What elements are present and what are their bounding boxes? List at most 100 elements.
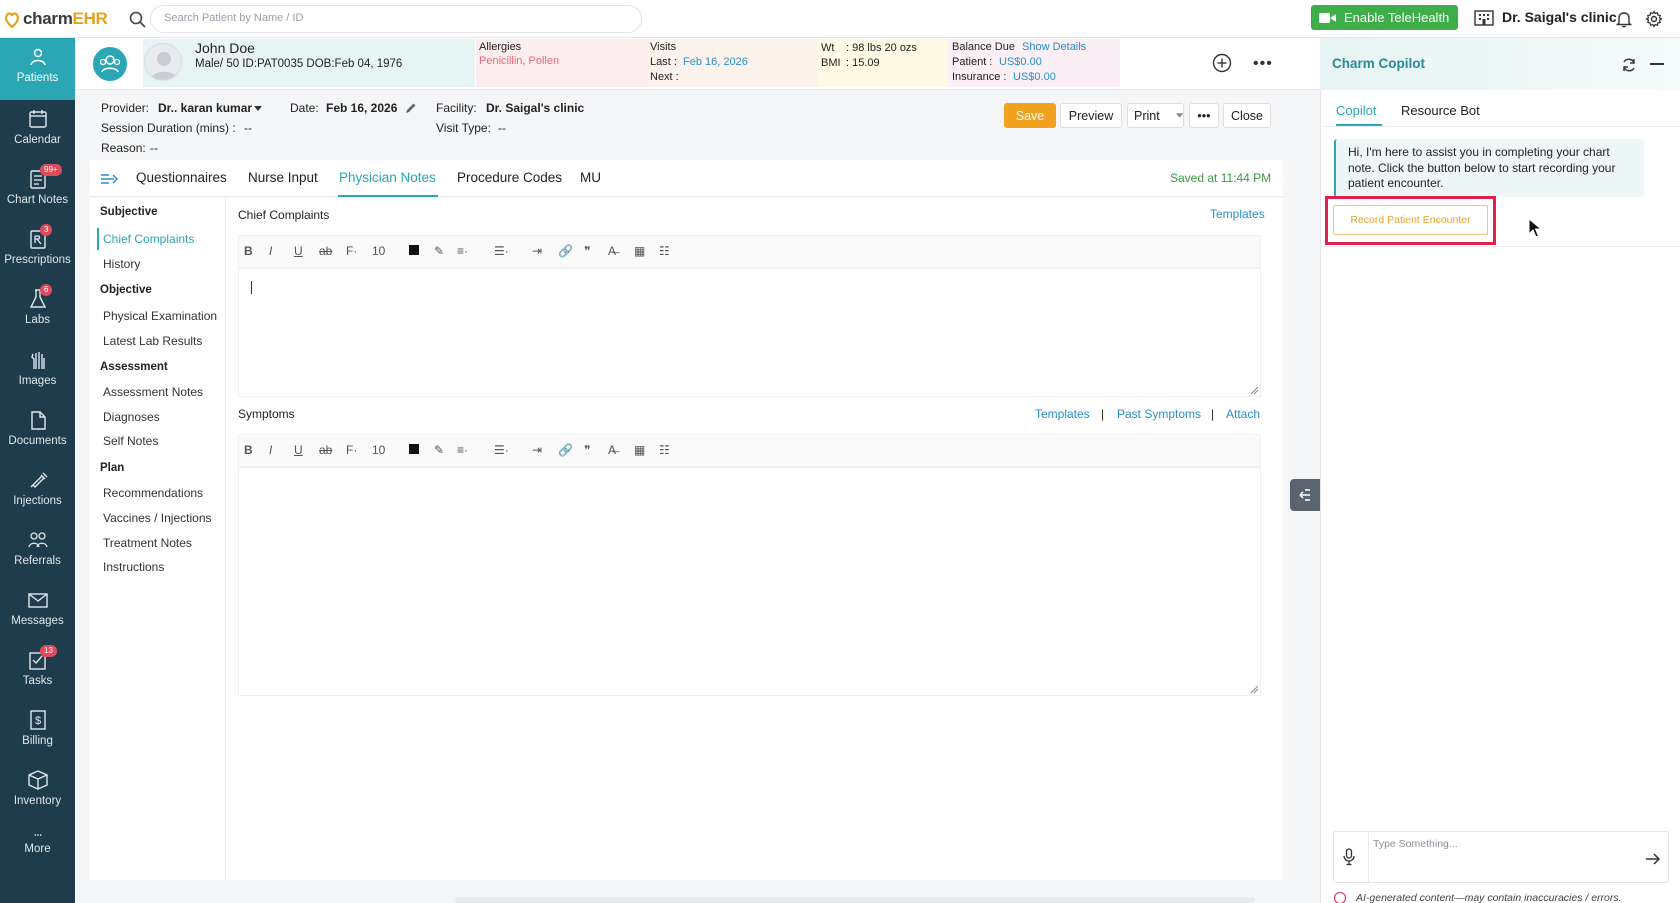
- search-icon[interactable]: [128, 10, 148, 30]
- section-instructions[interactable]: Instructions: [103, 560, 164, 574]
- strikethrough-icon[interactable]: ab: [319, 244, 332, 258]
- clear-format-icon[interactable]: A̶: [608, 443, 616, 457]
- tab-procedure-codes[interactable]: Procedure Codes: [457, 170, 562, 185]
- nav-item-inventory[interactable]: Inventory: [0, 761, 75, 821]
- edit-pencil-icon[interactable]: [405, 102, 417, 114]
- italic-icon[interactable]: I: [269, 244, 272, 258]
- nav-item-messages[interactable]: Messages: [0, 581, 75, 641]
- enable-telehealth-button[interactable]: Enable TeleHealth: [1311, 5, 1458, 30]
- font-family-icon[interactable]: F·: [346, 244, 357, 258]
- section-assessment-notes[interactable]: Assessment Notes: [103, 385, 203, 399]
- align-icon[interactable]: ≡·: [457, 244, 468, 258]
- symptoms-templates-link[interactable]: Templates: [1035, 407, 1090, 421]
- indent-icon[interactable]: ⇥: [532, 443, 542, 457]
- list-icon[interactable]: ☰·: [494, 443, 509, 457]
- past-symptoms-link[interactable]: Past Symptoms: [1117, 407, 1201, 421]
- italic-icon[interactable]: I: [269, 443, 272, 457]
- chief-complaints-editor[interactable]: [238, 268, 1261, 397]
- line-spacing-icon[interactable]: ☷: [659, 443, 670, 457]
- add-circle-icon[interactable]: [1212, 53, 1232, 73]
- underline-icon[interactable]: U: [294, 443, 303, 457]
- last-visit-value[interactable]: Feb 16, 2026: [683, 56, 748, 68]
- section-treatment-notes[interactable]: Treatment Notes: [103, 536, 192, 550]
- line-spacing-icon[interactable]: ☷: [659, 244, 670, 258]
- provider-selector[interactable]: Dr.. karan kumar: [158, 101, 252, 115]
- tab-copilot[interactable]: Copilot: [1336, 103, 1376, 118]
- nav-item-referrals[interactable]: Referrals: [0, 521, 75, 581]
- nav-item-tasks[interactable]: Tasks 13: [0, 641, 75, 701]
- microphone-icon[interactable]: [1342, 848, 1356, 866]
- provider-chevron-down-icon[interactable]: [254, 106, 262, 111]
- show-details-link[interactable]: Show Details: [1022, 41, 1086, 53]
- tab-resource-bot[interactable]: Resource Bot: [1401, 103, 1480, 118]
- tab-nurse-input[interactable]: Nurse Input: [248, 170, 318, 185]
- section-physical-examination[interactable]: Physical Examination: [103, 309, 217, 323]
- nav-item-images[interactable]: Images: [0, 341, 75, 401]
- patient-more-options[interactable]: •••: [1253, 55, 1273, 73]
- text-color-icon[interactable]: [409, 244, 419, 258]
- quote-icon[interactable]: ❞: [584, 244, 590, 258]
- section-self-notes[interactable]: Self Notes: [103, 434, 158, 448]
- nav-item-documents[interactable]: Documents: [0, 401, 75, 461]
- section-history[interactable]: History: [103, 257, 140, 271]
- clear-format-icon[interactable]: A̶: [608, 244, 616, 258]
- align-icon[interactable]: ≡·: [457, 443, 468, 457]
- settings-gear-icon[interactable]: [1645, 10, 1663, 28]
- indent-icon[interactable]: ⇥: [532, 244, 542, 258]
- link-icon[interactable]: 🔗: [558, 244, 573, 258]
- preview-button[interactable]: Preview: [1060, 103, 1122, 128]
- resize-handle-icon[interactable]: [1250, 386, 1259, 395]
- chief-templates-link[interactable]: Templates: [1210, 207, 1265, 221]
- close-button[interactable]: Close: [1223, 103, 1271, 128]
- font-size-selector[interactable]: 10: [372, 443, 385, 457]
- nav-item-patients[interactable]: Patients: [0, 38, 75, 100]
- encounter-more-button[interactable]: •••: [1189, 103, 1219, 128]
- symptoms-editor[interactable]: [238, 467, 1261, 696]
- underline-icon[interactable]: U: [294, 244, 303, 258]
- section-vaccines-injections[interactable]: Vaccines / Injections: [103, 511, 212, 525]
- nav-item-more[interactable]: More: [0, 825, 75, 865]
- expand-sidebar-icon[interactable]: [101, 172, 119, 186]
- record-patient-encounter-button[interactable]: Record Patient Encounter: [1333, 205, 1488, 235]
- refresh-icon[interactable]: [1620, 56, 1638, 74]
- text-color-icon[interactable]: [409, 443, 419, 457]
- section-recommendations[interactable]: Recommendations: [103, 486, 203, 500]
- nav-item-injections[interactable]: Injections: [0, 461, 75, 521]
- nav-item-chart-notes[interactable]: Chart Notes 99+: [0, 160, 75, 220]
- save-button[interactable]: Save: [1004, 103, 1056, 128]
- tab-physician-notes[interactable]: Physician Notes: [339, 170, 436, 185]
- table-icon[interactable]: ▦: [634, 443, 645, 457]
- send-arrow-icon[interactable]: [1645, 852, 1661, 866]
- font-size-selector[interactable]: 10: [372, 244, 385, 258]
- care-team-icon[interactable]: [93, 47, 127, 81]
- bold-icon[interactable]: B: [244, 443, 253, 457]
- font-family-icon[interactable]: F·: [346, 443, 357, 457]
- tab-questionnaires[interactable]: Questionnaires: [136, 170, 227, 185]
- nav-item-labs[interactable]: Labs 6: [0, 280, 75, 340]
- attach-link[interactable]: Attach: [1226, 407, 1260, 421]
- patient-avatar[interactable]: [144, 43, 182, 81]
- charm-ehr-logo[interactable]: charmEHR: [4, 7, 108, 31]
- strikethrough-icon[interactable]: ab: [319, 443, 332, 457]
- horizontal-scrollbar[interactable]: [455, 897, 1255, 903]
- section-chief-complaints[interactable]: Chief Complaints: [103, 232, 194, 246]
- resize-handle-icon[interactable]: [1250, 685, 1259, 694]
- highlight-icon[interactable]: ✎: [434, 443, 444, 457]
- section-latest-lab-results[interactable]: Latest Lab Results: [103, 334, 202, 348]
- minimize-icon[interactable]: [1650, 63, 1664, 65]
- nav-item-calendar[interactable]: Calendar: [0, 100, 75, 160]
- clinic-selector[interactable]: Dr. Saigal's clinic: [1474, 8, 1617, 26]
- tab-mu[interactable]: MU: [580, 170, 601, 185]
- bold-icon[interactable]: B: [244, 244, 253, 258]
- notification-bell-icon[interactable]: [1615, 10, 1633, 28]
- nav-item-prescriptions[interactable]: Prescriptions 3: [0, 220, 75, 280]
- link-icon[interactable]: 🔗: [558, 443, 573, 457]
- highlight-icon[interactable]: ✎: [434, 244, 444, 258]
- section-diagnoses[interactable]: Diagnoses: [103, 410, 160, 424]
- quote-icon[interactable]: ❞: [584, 443, 590, 457]
- print-button[interactable]: Print: [1127, 103, 1184, 128]
- collapse-copilot-button[interactable]: [1290, 479, 1320, 511]
- patient-name[interactable]: John Doe: [195, 40, 255, 56]
- list-icon[interactable]: ☰·: [494, 244, 509, 258]
- nav-item-billing[interactable]: $ Billing: [0, 701, 75, 761]
